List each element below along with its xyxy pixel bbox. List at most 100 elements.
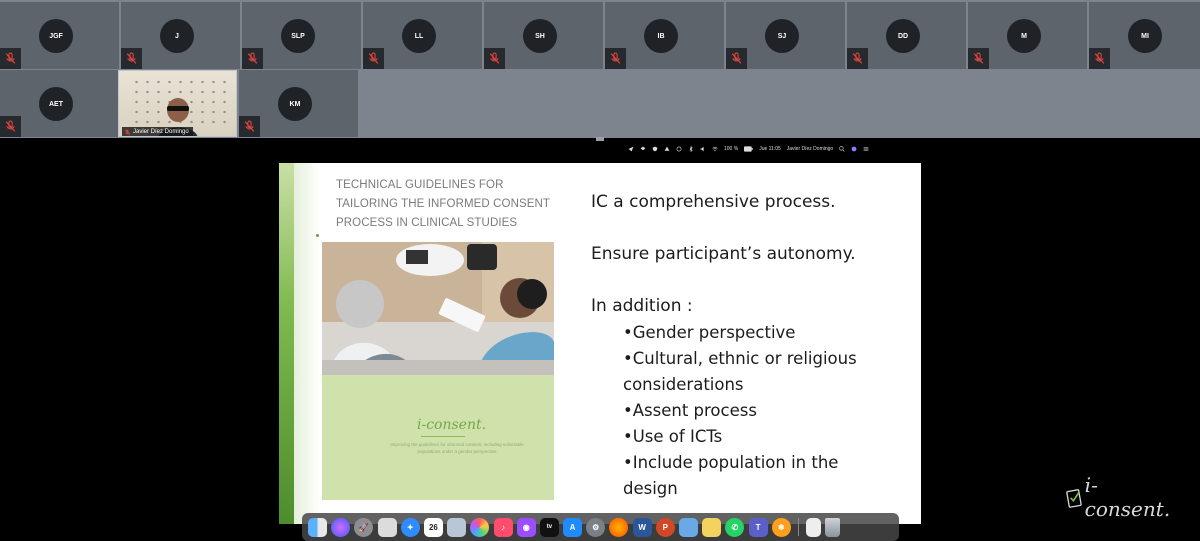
participant-avatar: MI	[1128, 19, 1162, 53]
muted-mic-icon	[244, 120, 255, 132]
participant-tile[interactable]: KM	[239, 70, 358, 137]
wifi-icon	[712, 146, 718, 152]
muted-indicator	[0, 48, 21, 69]
teams-icon[interactable]: T	[748, 517, 768, 537]
mac-menubar: 100 % Jue 11:05 Javier Díez Domingo	[628, 144, 920, 154]
slide-line-2: Ensure participant’s autonomy.	[591, 244, 856, 264]
cover-subtitle: Improving the guidelines for informed co…	[390, 442, 524, 454]
muted-indicator	[726, 48, 747, 69]
muted-mic-icon	[731, 52, 742, 64]
slide-bullet: •Include population in the design	[623, 453, 839, 498]
finder-icon[interactable]	[308, 517, 327, 537]
muted-mic-icon	[852, 52, 863, 64]
participant-tile[interactable]: M	[968, 2, 1087, 69]
whatsapp-icon[interactable]: ✆	[725, 517, 745, 537]
shared-screen: 100 % Jue 11:05 Javier Díez Domingo TECH…	[0, 141, 1200, 541]
battery-percent: 100 %	[724, 146, 739, 152]
participant-avatar: JGF	[39, 19, 73, 53]
muted-mic-icon	[368, 52, 379, 64]
slide-bullet: •Assent process	[623, 401, 757, 420]
photos-browser-icon[interactable]	[377, 517, 397, 537]
muted-indicator	[605, 48, 626, 69]
muted-indicator	[239, 116, 260, 137]
menubar-user: Javier Díez Domingo	[786, 146, 834, 152]
participant-avatar: AET	[39, 87, 73, 121]
participant-tile[interactable]: JGF	[0, 2, 119, 69]
slide-line-3: In addition :	[591, 296, 693, 316]
participant-tile[interactable]: IB	[605, 2, 724, 69]
search-icon	[839, 146, 845, 152]
book-cover-title: TECHNICAL GUIDELINES FOR TAILORING THE I…	[336, 179, 550, 229]
slide-decoration-dot	[316, 234, 319, 237]
firefox-icon[interactable]	[609, 517, 629, 537]
drive-icon	[664, 146, 670, 151]
preview-icon[interactable]	[447, 517, 467, 537]
photos-icon[interactable]	[470, 517, 490, 537]
participant-avatar: SH	[523, 19, 557, 53]
presentation-slide: TECHNICAL GUIDELINES FOR TAILORING THE I…	[279, 163, 921, 524]
participant-avatar: SLP	[281, 19, 315, 53]
muted-mic-icon	[973, 52, 984, 64]
participant-tile[interactable]: SH	[484, 2, 603, 69]
document-icon[interactable]	[806, 517, 822, 537]
calendar-icon[interactable]: 26	[423, 517, 443, 537]
launchpad-icon[interactable]: 🚀	[354, 517, 374, 537]
participant-avatar: DD	[886, 19, 920, 53]
muted-indicator	[121, 48, 142, 69]
slide-line-1: IC a comprehensive process.	[591, 192, 836, 212]
book-cover-photo	[322, 242, 554, 375]
muted-indicator	[847, 48, 868, 69]
participant-tile[interactable]: J	[121, 2, 240, 69]
menubar-clock: Jue 11:05	[759, 146, 781, 152]
music-icon[interactable]: ♪	[493, 517, 513, 537]
muted-indicator	[363, 48, 384, 69]
finder-folder-icon[interactable]	[679, 517, 698, 537]
shield-icon	[652, 146, 658, 152]
meeting-window: JGF J SLP LL SH IB SJ DD M MI AET KM Javier Díez Do…	[0, 0, 1200, 541]
book-cover-panel: i-consent. Improving the guidelines for …	[322, 375, 554, 500]
volume-icon	[700, 146, 704, 152]
participant-tile[interactable]: MI	[1089, 2, 1200, 69]
participant-avatar: SJ	[765, 19, 799, 53]
system-preferences-icon[interactable]: ⚙	[586, 517, 606, 537]
safari-icon[interactable]: ✦	[400, 517, 420, 537]
participant-tile[interactable]: DD	[847, 2, 966, 69]
muted-mic-icon	[247, 52, 258, 64]
bluetooth-icon	[689, 146, 693, 152]
history-icon	[676, 146, 682, 152]
apple-tv-icon[interactable]: tv	[539, 517, 559, 537]
participant-avatar: KM	[278, 87, 312, 121]
stickies-icon[interactable]	[702, 517, 722, 537]
clipboard-logo-icon	[1066, 489, 1082, 508]
mac-dock: 🚀 ✦ 26 ♪ ◉ tv A ⚙ W P ✆ T ❄	[302, 513, 899, 541]
muted-indicator	[242, 48, 263, 69]
brand-logo-text: i-consent.	[1084, 473, 1171, 521]
muted-mic-icon	[126, 52, 137, 64]
arrow-icon	[628, 146, 634, 152]
participant-video-tile[interactable]: Javier Díez Domingo	[118, 70, 237, 137]
participant-gallery: JGF J SLP LL SH IB SJ DD M MI AET KM Javier Díez Do…	[0, 0, 1200, 138]
cover-logo: i-consent.	[417, 417, 487, 433]
siri-icon[interactable]	[331, 517, 351, 537]
snowflake-icon[interactable]: ❄	[771, 517, 791, 537]
participant-tile[interactable]: SJ	[726, 2, 845, 69]
brand-watermark: i-consent.	[1066, 473, 1176, 521]
participant-tile[interactable]: AET	[0, 70, 119, 137]
podcasts-icon[interactable]: ◉	[516, 517, 536, 537]
word-icon[interactable]: W	[632, 517, 652, 537]
slide-bullet: •Cultural, ethnic or religious considera…	[623, 349, 857, 394]
dropbox-icon	[640, 146, 646, 151]
powerpoint-icon[interactable]: P	[655, 517, 675, 537]
participant-avatar: J	[160, 19, 194, 53]
participant-name: Javier Díez Domingo	[133, 129, 189, 135]
slide-green-stripe	[279, 163, 294, 524]
muted-indicator	[968, 48, 989, 69]
muted-indicator	[484, 48, 505, 69]
trash-icon[interactable]	[825, 517, 841, 537]
muted-indicator	[1089, 48, 1110, 69]
app-store-icon[interactable]: A	[563, 517, 583, 537]
participant-tile[interactable]: LL	[363, 2, 482, 69]
control-center-icon	[863, 147, 869, 151]
muted-mic-icon	[124, 128, 131, 136]
participant-tile[interactable]: SLP	[242, 2, 361, 69]
